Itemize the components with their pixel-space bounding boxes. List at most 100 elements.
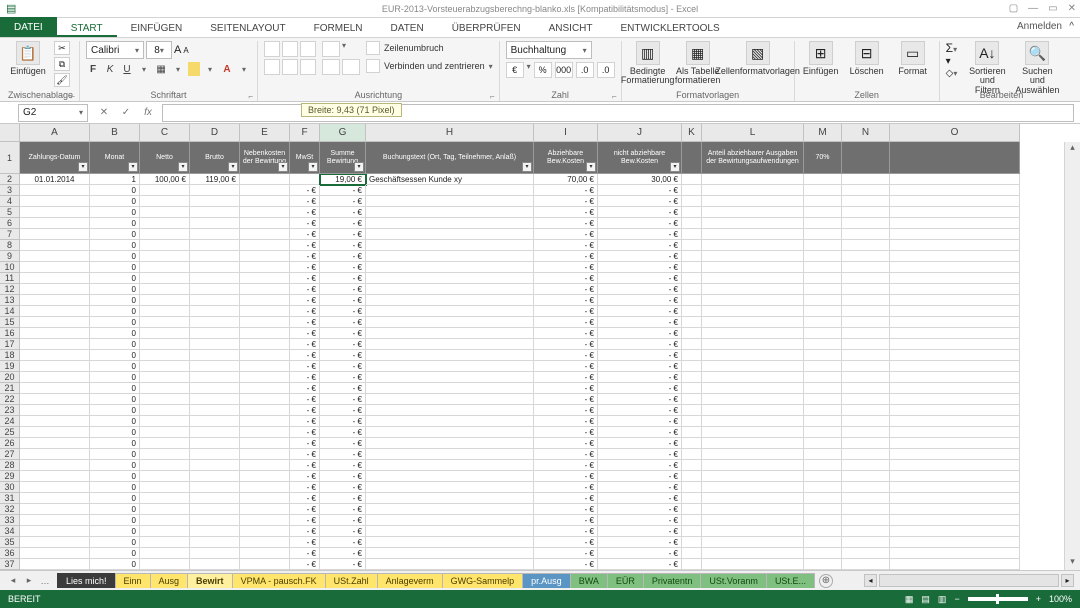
- cell-C13[interactable]: [140, 295, 190, 306]
- cell-A10[interactable]: [20, 262, 90, 273]
- cell-J21[interactable]: - €: [598, 383, 682, 394]
- cell-O2[interactable]: [890, 174, 1020, 185]
- cell-B29[interactable]: 0: [90, 471, 140, 482]
- cell-L24[interactable]: [702, 416, 804, 427]
- cell-I19[interactable]: - €: [534, 361, 598, 372]
- cell-N22[interactable]: [842, 394, 890, 405]
- row-header-18[interactable]: 18: [0, 350, 20, 361]
- cell-I14[interactable]: - €: [534, 306, 598, 317]
- cell-N34[interactable]: [842, 526, 890, 537]
- cell-K3[interactable]: [682, 185, 702, 196]
- col-header-D[interactable]: D: [190, 124, 240, 142]
- cell-A7[interactable]: [20, 229, 90, 240]
- cell-I34[interactable]: - €: [534, 526, 598, 537]
- cell-O27[interactable]: [890, 449, 1020, 460]
- cell-F7[interactable]: - €: [290, 229, 320, 240]
- cell-M14[interactable]: [804, 306, 842, 317]
- fill-color-button[interactable]: [188, 62, 200, 76]
- cell-M31[interactable]: [804, 493, 842, 504]
- cell-G23[interactable]: - €: [320, 405, 366, 416]
- cell-B26[interactable]: 0: [90, 438, 140, 449]
- cell-H5[interactable]: [366, 207, 534, 218]
- view-normal-button[interactable]: ▦: [905, 594, 914, 605]
- cell-C14[interactable]: [140, 306, 190, 317]
- cell-I23[interactable]: - €: [534, 405, 598, 416]
- cell-N35[interactable]: [842, 537, 890, 548]
- cell-G14[interactable]: - €: [320, 306, 366, 317]
- cell-E29[interactable]: [240, 471, 290, 482]
- cell-D9[interactable]: [190, 251, 240, 262]
- cell-N17[interactable]: [842, 339, 890, 350]
- sheet-tab-vpma[interactable]: VPMA - pausch.FK: [232, 573, 326, 588]
- formula-input[interactable]: Breite: 9,43 (71 Pixel): [162, 104, 1074, 122]
- cell-J32[interactable]: - €: [598, 504, 682, 515]
- cell-D19[interactable]: [190, 361, 240, 372]
- add-sheet-button[interactable]: ⊕: [819, 574, 833, 588]
- cell-E11[interactable]: [240, 273, 290, 284]
- cell-O30[interactable]: [890, 482, 1020, 493]
- cell-E28[interactable]: [240, 460, 290, 471]
- cell-G32[interactable]: - €: [320, 504, 366, 515]
- cell-D15[interactable]: [190, 317, 240, 328]
- cell-E15[interactable]: [240, 317, 290, 328]
- cell-O7[interactable]: [890, 229, 1020, 240]
- cell-J3[interactable]: - €: [598, 185, 682, 196]
- cell-I11[interactable]: - €: [534, 273, 598, 284]
- cell-C22[interactable]: [140, 394, 190, 405]
- cell-D17[interactable]: [190, 339, 240, 350]
- autosum-button[interactable]: Σ▾: [946, 41, 958, 55]
- cell-F10[interactable]: - €: [290, 262, 320, 273]
- cell-G35[interactable]: - €: [320, 537, 366, 548]
- cell-O10[interactable]: [890, 262, 1020, 273]
- accounting-button[interactable]: €: [506, 62, 524, 78]
- zoom-in-button[interactable]: +: [1036, 594, 1041, 604]
- cell-K22[interactable]: [682, 394, 702, 405]
- cell-A12[interactable]: [20, 284, 90, 295]
- select-all-corner[interactable]: [0, 124, 20, 142]
- cell-C11[interactable]: [140, 273, 190, 284]
- cell-M24[interactable]: [804, 416, 842, 427]
- cell-M19[interactable]: [804, 361, 842, 372]
- cell-J35[interactable]: - €: [598, 537, 682, 548]
- cell-E9[interactable]: [240, 251, 290, 262]
- cell-M28[interactable]: [804, 460, 842, 471]
- cell-D25[interactable]: [190, 427, 240, 438]
- decrease-indent-button[interactable]: [322, 59, 340, 75]
- row-header-3[interactable]: 3: [0, 185, 20, 196]
- cell-K34[interactable]: [682, 526, 702, 537]
- cell-L6[interactable]: [702, 218, 804, 229]
- cell-C33[interactable]: [140, 515, 190, 526]
- cell-G26[interactable]: - €: [320, 438, 366, 449]
- cell-M26[interactable]: [804, 438, 842, 449]
- cell-A17[interactable]: [20, 339, 90, 350]
- cell-K6[interactable]: [682, 218, 702, 229]
- cell-K14[interactable]: [682, 306, 702, 317]
- paste-button[interactable]: 📋 Einfügen: [8, 41, 48, 76]
- row-header-5[interactable]: 5: [0, 207, 20, 218]
- cell-B23[interactable]: 0: [90, 405, 140, 416]
- tab-seitenlayout[interactable]: SEITENLAYOUT: [196, 20, 299, 37]
- cell-J24[interactable]: - €: [598, 416, 682, 427]
- cell-J16[interactable]: - €: [598, 328, 682, 339]
- scroll-up-button[interactable]: ▴: [1065, 142, 1080, 156]
- cell-K32[interactable]: [682, 504, 702, 515]
- cell-C19[interactable]: [140, 361, 190, 372]
- cell-D23[interactable]: [190, 405, 240, 416]
- cell-J28[interactable]: - €: [598, 460, 682, 471]
- sort-filter-button[interactable]: A↓Sortieren und Filtern: [967, 41, 1007, 95]
- cell-H17[interactable]: [366, 339, 534, 350]
- cell-A37[interactable]: [20, 559, 90, 570]
- cell-G12[interactable]: - €: [320, 284, 366, 295]
- cell-E4[interactable]: [240, 196, 290, 207]
- cell-L36[interactable]: [702, 548, 804, 559]
- cell-A30[interactable]: [20, 482, 90, 493]
- cell-A5[interactable]: [20, 207, 90, 218]
- cell-L31[interactable]: [702, 493, 804, 504]
- cell-D36[interactable]: [190, 548, 240, 559]
- cell-F4[interactable]: - €: [290, 196, 320, 207]
- tab-daten[interactable]: DATEN: [377, 20, 438, 37]
- cell-G16[interactable]: - €: [320, 328, 366, 339]
- cell-M21[interactable]: [804, 383, 842, 394]
- row-header-11[interactable]: 11: [0, 273, 20, 284]
- cell-E25[interactable]: [240, 427, 290, 438]
